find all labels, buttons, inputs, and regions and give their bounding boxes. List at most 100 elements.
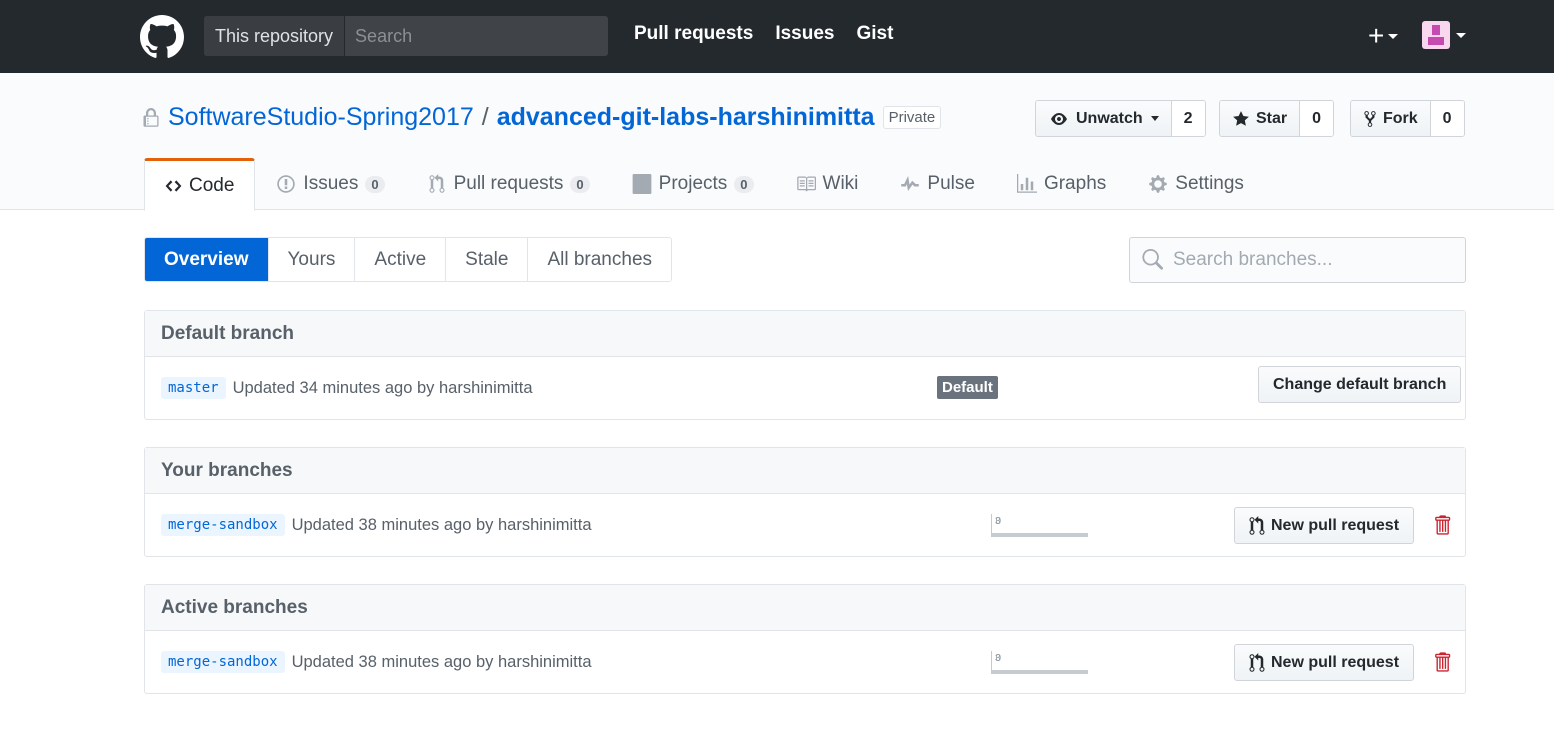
pull-request-icon bbox=[429, 174, 445, 193]
default-badge: Default bbox=[937, 376, 998, 399]
ahead-count: 3 bbox=[995, 516, 1001, 527]
site-header: This repository Pull requests Issues Gis… bbox=[0, 0, 1554, 73]
gear-icon bbox=[1149, 175, 1168, 193]
repo-name-link[interactable]: advanced-git-labs-harshinimitta bbox=[497, 103, 875, 132]
branch-filter-tabs: Overview Yours Active Stale All branches bbox=[144, 237, 673, 282]
issue-icon bbox=[277, 175, 296, 193]
header-search: This repository bbox=[204, 16, 608, 56]
tab-pulse-label: Pulse bbox=[927, 173, 975, 194]
pulse-icon bbox=[901, 176, 920, 191]
lock-icon bbox=[143, 108, 159, 127]
watch-group: Unwatch 2 bbox=[1035, 100, 1206, 137]
branch-updated-text: Updated 34 minutes ago by harshinimitta bbox=[232, 378, 533, 397]
star-button[interactable]: Star bbox=[1220, 101, 1301, 136]
active-branches-box: Active branches merge-sandbox Updated 38… bbox=[144, 584, 1466, 694]
tab-wiki-label: Wiki bbox=[822, 173, 859, 194]
branch-divergence: 0 3 bbox=[977, 651, 1089, 675]
private-badge: Private bbox=[882, 106, 942, 129]
create-new-menu[interactable]: + bbox=[1368, 20, 1399, 51]
nav-gist[interactable]: Gist bbox=[856, 23, 893, 45]
issues-counter: 0 bbox=[365, 175, 385, 193]
forks-count[interactable]: 0 bbox=[1430, 101, 1464, 136]
star-icon bbox=[1233, 110, 1249, 126]
github-logo-icon[interactable] bbox=[140, 15, 184, 59]
unwatch-label: Unwatch bbox=[1076, 109, 1143, 127]
header-nav: Pull requests Issues Gist bbox=[634, 23, 893, 45]
tab-projects-label: Projects bbox=[658, 173, 728, 194]
ahead-bar bbox=[991, 533, 1088, 537]
new-pull-request-button[interactable]: New pull request bbox=[1234, 507, 1415, 544]
user-menu[interactable] bbox=[1422, 21, 1466, 49]
code-icon bbox=[165, 179, 182, 192]
chevron-down-icon bbox=[1150, 116, 1159, 121]
branch-updated-text: Updated 38 minutes ago by harshinimitta bbox=[291, 515, 592, 534]
list-item: merge-sandbox Updated 38 minutes ago by … bbox=[145, 631, 1465, 693]
star-label: Star bbox=[1256, 109, 1288, 127]
tab-pull-requests-label: Pull requests bbox=[453, 173, 564, 194]
nav-pull-requests[interactable]: Pull requests bbox=[634, 23, 753, 45]
tab-all-branches[interactable]: All branches bbox=[528, 238, 672, 281]
fork-button[interactable]: Fork bbox=[1351, 101, 1431, 136]
tab-active[interactable]: Active bbox=[355, 238, 447, 281]
search-icon bbox=[1142, 249, 1163, 270]
projects-counter: 0 bbox=[734, 175, 754, 193]
pull-request-icon bbox=[1249, 652, 1265, 672]
tab-pulse[interactable]: Pulse bbox=[879, 158, 996, 210]
plus-icon: + bbox=[1368, 20, 1385, 51]
tab-pull-requests[interactable]: Pull requests 0 bbox=[406, 158, 611, 210]
list-item: merge-sandbox Updated 38 minutes ago by … bbox=[145, 494, 1465, 556]
branch-search-input[interactable] bbox=[1173, 249, 1453, 271]
branch-updated-text: Updated 38 minutes ago by harshinimitta bbox=[291, 652, 592, 671]
chevron-down-icon bbox=[1456, 32, 1466, 38]
tab-settings-label: Settings bbox=[1175, 173, 1244, 194]
search-scope-label: This repository bbox=[204, 16, 346, 56]
eye-icon bbox=[1051, 112, 1067, 125]
branch-search bbox=[1129, 237, 1466, 283]
tab-issues[interactable]: Issues 0 bbox=[255, 158, 405, 210]
tab-settings[interactable]: Settings bbox=[1127, 158, 1265, 210]
ahead-count: 3 bbox=[995, 653, 1001, 664]
tab-projects[interactable]: Projects 0 bbox=[611, 158, 775, 210]
branch-divergence: 0 3 bbox=[977, 514, 1089, 538]
nav-issues[interactable]: Issues bbox=[775, 23, 834, 45]
change-default-branch-button[interactable]: Change default branch bbox=[1258, 366, 1462, 403]
active-branches-heading: Active branches bbox=[145, 585, 1465, 631]
header-search-input[interactable] bbox=[345, 16, 608, 56]
repo-nav: Code Issues 0 Pull requests 0 Projects 0… bbox=[144, 158, 1265, 211]
tab-stale[interactable]: Stale bbox=[446, 238, 529, 281]
new-pull-request-label: New pull request bbox=[1271, 653, 1400, 671]
stars-count[interactable]: 0 bbox=[1300, 101, 1334, 136]
new-pull-request-button[interactable]: New pull request bbox=[1234, 644, 1415, 681]
tab-code[interactable]: Code bbox=[144, 158, 256, 211]
fork-group: Fork 0 bbox=[1350, 100, 1465, 137]
tab-issues-label: Issues bbox=[303, 173, 359, 194]
tab-yours[interactable]: Yours bbox=[268, 238, 356, 281]
branch-link[interactable]: merge-sandbox bbox=[161, 514, 285, 536]
repo-header: SoftwareStudio-Spring2017 / advanced-git… bbox=[0, 73, 1554, 211]
watchers-count[interactable]: 2 bbox=[1171, 101, 1205, 136]
branch-link[interactable]: merge-sandbox bbox=[161, 651, 285, 673]
project-icon bbox=[632, 174, 652, 194]
unwatch-button[interactable]: Unwatch bbox=[1036, 101, 1172, 136]
your-branches-heading: Your branches bbox=[145, 448, 1465, 494]
trash-icon[interactable] bbox=[1433, 514, 1451, 536]
tab-graphs-label: Graphs bbox=[1043, 173, 1107, 194]
repo-title: SoftwareStudio-Spring2017 / advanced-git… bbox=[168, 103, 942, 132]
repo-owner-link[interactable]: SoftwareStudio-Spring2017 bbox=[168, 103, 474, 132]
tab-code-label: Code bbox=[189, 174, 235, 196]
branch-link[interactable]: master bbox=[161, 377, 226, 399]
pull-request-icon bbox=[1249, 515, 1265, 535]
tab-overview[interactable]: Overview bbox=[145, 238, 269, 281]
default-branch-box: Default branch master Updated 34 minutes… bbox=[144, 310, 1466, 420]
ahead-bar bbox=[991, 670, 1088, 674]
pulls-counter: 0 bbox=[570, 175, 590, 193]
trash-icon[interactable] bbox=[1433, 651, 1451, 673]
book-icon bbox=[796, 176, 816, 192]
path-separator: / bbox=[481, 103, 489, 131]
star-group: Star 0 bbox=[1219, 100, 1335, 137]
graph-icon bbox=[1016, 174, 1037, 193]
default-branch-heading: Default branch bbox=[145, 311, 1465, 357]
tab-wiki[interactable]: Wiki bbox=[775, 158, 880, 210]
avatar bbox=[1422, 21, 1450, 49]
tab-graphs[interactable]: Graphs bbox=[996, 158, 1127, 210]
